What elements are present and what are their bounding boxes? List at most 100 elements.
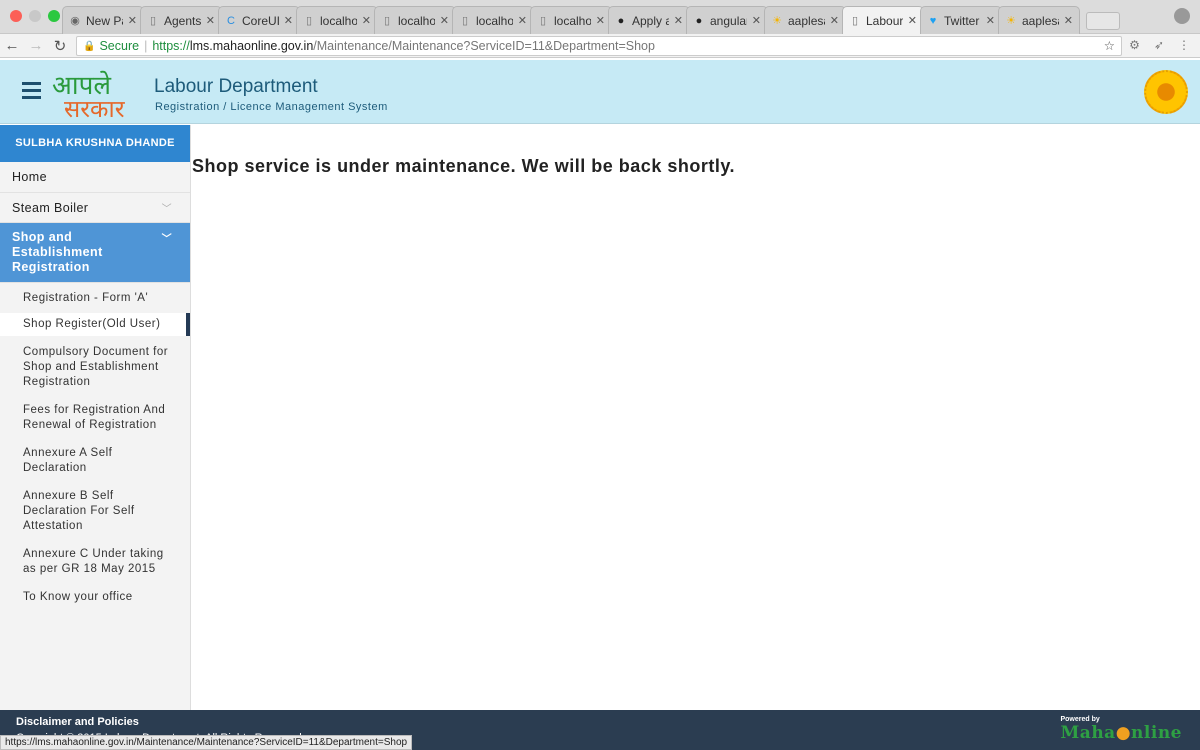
tab-label: angular- xyxy=(710,13,747,28)
submenu: Registration - Form 'A' Shop Register(Old… xyxy=(0,283,190,609)
sidebar: SULBHA KRUSHNA DHANDE Home Steam Boiler ﹀… xyxy=(0,125,191,710)
tab-label: Apply a xyxy=(632,13,669,28)
sidebar-subitem[interactable]: Annexure B Self Declaration For Self Att… xyxy=(0,485,190,538)
forward-button[interactable]: → xyxy=(24,37,48,54)
separator: | xyxy=(144,39,148,53)
browser-tab[interactable]: ◉ New Pa ✕ xyxy=(62,6,144,34)
tab-label: CoreUI xyxy=(242,13,279,28)
brand-online: nline xyxy=(1131,723,1182,743)
browser-tab[interactable]: ● Apply a ✕ xyxy=(608,6,690,34)
url-scheme: https:// xyxy=(152,39,190,53)
tab-label: localhos xyxy=(554,13,591,28)
browser-tab[interactable]: ● angular- ✕ xyxy=(686,6,768,34)
github-icon: ● xyxy=(617,14,625,27)
sidebar-subitem[interactable]: Compulsory Document for Shop and Establi… xyxy=(0,341,190,394)
minimize-window-button[interactable] xyxy=(29,10,41,22)
tab-label: aaplesa xyxy=(788,13,825,28)
tab-label: aaplesa xyxy=(1022,13,1059,28)
profile-icon[interactable] xyxy=(1174,8,1190,24)
close-tab-icon[interactable]: ✕ xyxy=(752,14,761,27)
bookmark-star-icon[interactable]: ☆ xyxy=(1104,38,1115,53)
close-tab-icon[interactable]: ✕ xyxy=(128,14,137,27)
chevron-down-icon: ﹀ xyxy=(161,204,172,215)
close-tab-icon[interactable]: ✕ xyxy=(830,14,839,27)
sidebar-item-home[interactable]: Home xyxy=(0,162,190,193)
tab-strip: ◉ New Pa ✕ ▯ Agents ✕ C CoreUI ✕ ▯ localhos ✕ ▯ local… xyxy=(62,6,1120,34)
url-path: /Maintenance/Maintenance?ServiceID=11&De… xyxy=(313,39,655,53)
reload-button[interactable]: ↻ xyxy=(48,37,72,55)
back-button[interactable]: ← xyxy=(0,37,24,54)
aaple-sarkar-logo: आपले सरकार xyxy=(52,66,142,123)
logo-line2: सरकार xyxy=(64,95,125,123)
site-header: आपले सरकार Labour Department Registratio… xyxy=(0,60,1200,124)
chevron-down-icon: ﹀ xyxy=(161,234,172,245)
close-tab-icon[interactable]: ✕ xyxy=(674,14,683,27)
maintenance-message: Shop service is under maintenance. We wi… xyxy=(192,156,736,176)
user-name: SULBHA KRUSHNA DHANDE xyxy=(0,125,190,162)
browser-tab-bar: ◉ New Pa ✕ ▯ Agents ✕ C CoreUI ✕ ▯ localhos ✕ ▯ local… xyxy=(0,0,1200,34)
url-input[interactable]: 🔒 Secure | https:// lms.mahaonline.gov.i… xyxy=(76,36,1122,56)
brand-maha: Maha xyxy=(1060,723,1116,743)
sidebar-item-steam-boiler[interactable]: Steam Boiler ﹀ xyxy=(0,193,190,223)
new-tab-button[interactable] xyxy=(1086,12,1120,30)
tab-label: localhos xyxy=(398,13,435,28)
browser-tab[interactable]: C CoreUI ✕ xyxy=(218,6,300,34)
browser-tab[interactable]: ▯ localhos ✕ xyxy=(374,6,456,34)
browser-tab[interactable]: ☀ aaplesa ✕ xyxy=(998,6,1080,34)
maximize-window-button[interactable] xyxy=(48,10,60,22)
close-tab-icon[interactable]: ✕ xyxy=(206,14,215,27)
browser-tab[interactable]: ▯ localhos ✕ xyxy=(452,6,534,34)
coreui-icon: C xyxy=(227,14,235,27)
page-icon: ▯ xyxy=(461,14,469,27)
browser-tab[interactable]: ▯ Labour ✕ xyxy=(842,6,924,34)
sidebar-subitem[interactable]: Shop Register(Old User) xyxy=(0,313,190,336)
extensions: ⚙ ➶ ⋮ xyxy=(1129,38,1190,52)
sidebar-item-label: Steam Boiler xyxy=(12,201,89,215)
menu-kebab-icon[interactable]: ⋮ xyxy=(1178,38,1190,52)
browser-tab[interactable]: ▯ localhos ✕ xyxy=(530,6,612,34)
mahaonline-logo: Powered by Maha●nline xyxy=(1060,716,1182,743)
maharashtra-emblem-icon xyxy=(1144,70,1188,114)
lock-icon: 🔒 xyxy=(83,40,96,52)
sidebar-item-shop-establishment[interactable]: Shop and Establishment Registration ﹀ xyxy=(0,223,190,283)
status-bar-url: https://lms.mahaonline.gov.in/Maintenanc… xyxy=(0,735,413,750)
close-tab-icon[interactable]: ✕ xyxy=(1064,14,1073,27)
main-content: Shop service is under maintenance. We wi… xyxy=(192,125,1200,710)
close-tab-icon[interactable]: ✕ xyxy=(908,14,917,27)
url-host: lms.mahaonline.gov.in xyxy=(189,39,314,53)
sidebar-subitem[interactable]: Registration - Form 'A' xyxy=(0,287,190,310)
powered-by-label: Powered by xyxy=(1060,716,1100,723)
sun-icon: ☀ xyxy=(1006,14,1016,27)
window-controls xyxy=(10,10,60,22)
close-tab-icon[interactable]: ✕ xyxy=(284,14,293,27)
system-subtitle: Registration / Licence Management System xyxy=(155,101,388,113)
tab-label: localhos xyxy=(320,13,357,28)
browser-tab[interactable]: ☀ aaplesa ✕ xyxy=(764,6,846,34)
tab-label: Agents xyxy=(164,13,201,28)
tab-label: Labour xyxy=(866,13,903,28)
sidebar-subitem[interactable]: Annexure A Self Declaration xyxy=(0,442,190,480)
close-tab-icon[interactable]: ✕ xyxy=(362,14,371,27)
hamburger-menu-icon[interactable] xyxy=(22,82,41,103)
page-icon: ▯ xyxy=(539,14,547,27)
close-tab-icon[interactable]: ✕ xyxy=(440,14,449,27)
browser-tab[interactable]: ▯ localhos ✕ xyxy=(296,6,378,34)
sidebar-subitem[interactable]: Fees for Registration And Renewal of Reg… xyxy=(0,399,190,437)
browser-tab[interactable]: ▯ Agents ✕ xyxy=(140,6,222,34)
page-icon: ▯ xyxy=(149,14,157,27)
eye-icon: ◉ xyxy=(70,14,80,27)
close-tab-icon[interactable]: ✕ xyxy=(986,14,995,27)
extension-send-icon[interactable]: ➶ xyxy=(1154,38,1164,52)
close-tab-icon[interactable]: ✕ xyxy=(518,14,527,27)
sidebar-subitem[interactable]: To Know your office xyxy=(0,586,190,609)
secure-label: Secure xyxy=(99,39,140,53)
extension-icon[interactable]: ⚙ xyxy=(1129,38,1140,52)
close-window-button[interactable] xyxy=(10,10,22,22)
sun-icon: ☀ xyxy=(772,14,782,27)
disclaimer-link[interactable]: Disclaimer and Policies xyxy=(16,716,139,728)
tab-label: Twitter xyxy=(944,13,980,28)
sidebar-subitem[interactable]: Annexure C Under taking as per GR 18 May… xyxy=(0,543,190,581)
close-tab-icon[interactable]: ✕ xyxy=(596,14,605,27)
browser-tab[interactable]: ♥ Twitter ✕ xyxy=(920,6,1002,34)
tab-label: New Pa xyxy=(86,13,123,28)
